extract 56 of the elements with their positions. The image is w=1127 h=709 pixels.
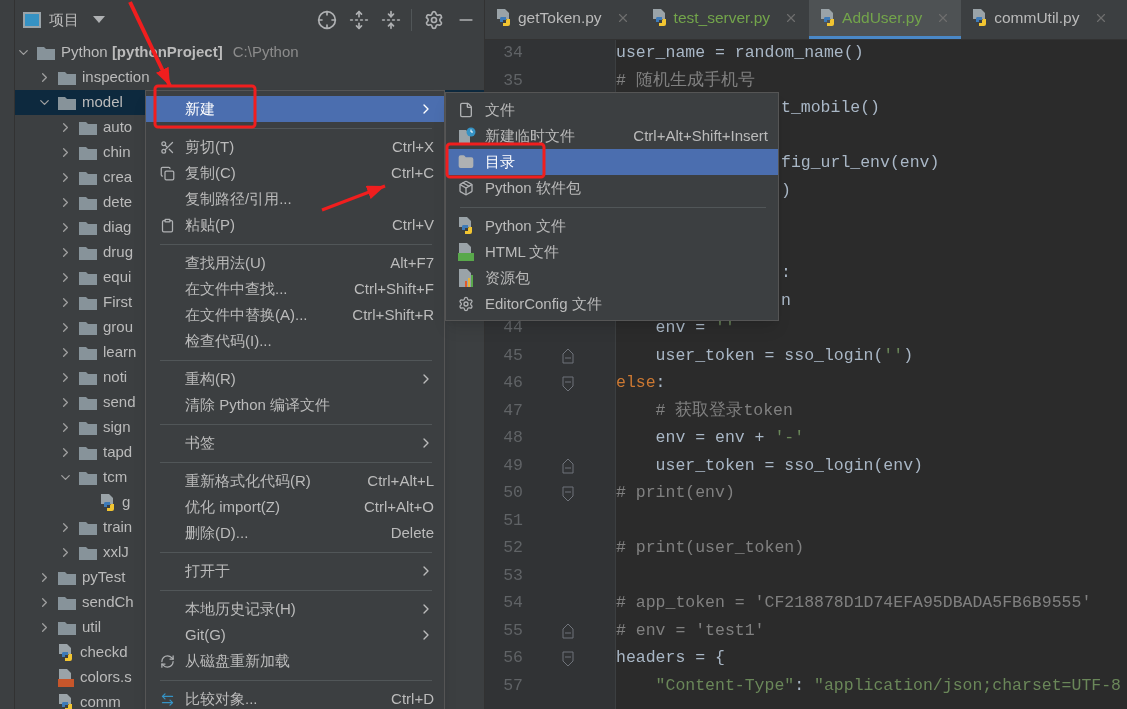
shortcut-label: Ctrl+V — [391, 214, 434, 235]
tree-label: grou — [103, 317, 134, 338]
code-line: # 获取登录token — [654, 399, 793, 422]
shortcut-label: Ctrl+C — [391, 162, 434, 183]
code-line: fig_url_env(env) — [781, 152, 940, 175]
tree-label: comm — [80, 692, 121, 709]
tree-label: dete — [103, 192, 133, 213]
tree-path: C:\Python — [232, 42, 299, 63]
shortcut-label: Ctrl+Shift+F — [353, 278, 434, 299]
code-line: n — [781, 289, 791, 312]
code-line: user_token = sso_login('') — [654, 344, 914, 367]
code-line: headers = { — [616, 647, 725, 670]
tree-label: xxlJ — [103, 542, 129, 563]
shortcut-label: Ctrl+Alt+Shift+Insert — [633, 125, 768, 146]
code-line: # env = 'test1' — [616, 619, 765, 642]
code-line: : — [781, 262, 791, 285]
tree-label: send — [103, 392, 136, 413]
tree-label: diag — [103, 217, 132, 238]
tree-label: colors.s — [80, 667, 132, 688]
tree-label: sign — [103, 417, 131, 438]
shortcut-label: Alt+F7 — [390, 252, 434, 273]
tree-label: crea — [103, 167, 133, 188]
tree-label: sendCh — [82, 592, 134, 613]
tree-label: inspection — [82, 67, 150, 88]
code-line: else: — [616, 372, 666, 395]
tree-label: tapd — [103, 442, 133, 463]
tree-label: g — [122, 492, 131, 513]
tree-label: First — [103, 292, 133, 313]
tree-label: drug — [103, 242, 134, 263]
tree-label: util — [82, 617, 102, 638]
code-line: t_mobile() — [781, 97, 881, 120]
tree-label: auto — [103, 117, 133, 138]
code-line: user_token = sso_login(env) — [654, 454, 923, 477]
shortcut-label: Ctrl+Alt+O — [363, 496, 434, 517]
tree-label: chin — [103, 142, 131, 163]
tree-label: checkd — [80, 642, 128, 663]
shortcut-label: Ctrl+X — [391, 136, 434, 157]
code-line: user_name = random_name() — [616, 42, 864, 65]
shortcut-label: Ctrl+D — [391, 688, 434, 709]
tree-label: train — [103, 517, 133, 538]
code-line: "Content-Type": "application/json;charset=UTF-8 — [654, 674, 1121, 697]
code-line: ) — [781, 179, 791, 202]
code-line: # app_token = 'CF218878D1D74EFA95DBADA5FB6B9555' — [616, 592, 1092, 615]
code-line: # print(env) — [616, 482, 735, 505]
code-line: # 随机生成手机号 — [616, 69, 755, 92]
shortcut-label: Delete — [390, 522, 434, 543]
code-line: # print(user_token) — [616, 537, 805, 560]
shortcut-label: Ctrl+Shift+R — [352, 304, 434, 325]
shortcut-label: Ctrl+Alt+L — [367, 470, 434, 491]
tree-label: model — [82, 92, 123, 113]
tree-label: equi — [103, 267, 132, 288]
tree-label: pyTest — [82, 567, 126, 588]
code-line: env = env + '-' — [654, 427, 805, 450]
tree-label: noti — [103, 367, 128, 388]
tree-label: tcm — [103, 467, 128, 488]
tree-label: learn — [103, 342, 137, 363]
